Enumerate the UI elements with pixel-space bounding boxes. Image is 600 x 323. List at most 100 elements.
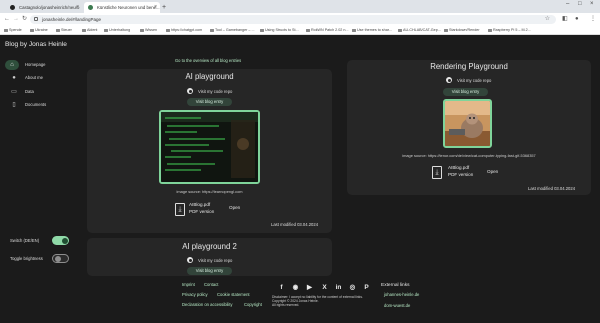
nav-label: Documents <box>25 102 47 107</box>
paypal-icon[interactable]: P <box>363 284 370 291</box>
open-pdf-button[interactable]: Open <box>229 205 240 210</box>
browser-tab[interactable]: Castagnolo/jonasheinrich/neuro × <box>6 2 82 13</box>
bookmarks-bar: Spende Ukraine Steuer Aldent Unterhaltun… <box>0 26 600 35</box>
bookmark-item[interactable]: https://chatgpt.com <box>166 27 202 34</box>
close-icon[interactable]: × <box>76 2 79 13</box>
page-icon <box>488 29 492 32</box>
github-icon[interactable]: ◉ <box>292 284 299 291</box>
profile-icon[interactable]: ● <box>575 15 579 24</box>
forward-arrow-icon[interactable]: → <box>13 15 19 24</box>
nav-item-documents[interactable]: ▯ Documents <box>5 100 75 110</box>
pdf-filename: AIBlog.pdf <box>189 202 211 207</box>
folder-icon <box>82 29 86 32</box>
page-icon <box>166 29 170 32</box>
brightness-switch[interactable] <box>52 254 69 263</box>
reload-icon[interactable]: ↻ <box>22 15 27 24</box>
repo-label: Visit my code repo <box>457 77 492 83</box>
folder-icon <box>104 29 108 32</box>
instagram-icon[interactable]: ◎ <box>349 284 356 291</box>
card-title: Rendering Playground <box>430 62 508 71</box>
nav-label: Homepage <box>25 62 46 67</box>
blog-card-ai-playground-2: AI playground 2 Visit my code repo Visit… <box>87 238 332 276</box>
bookmark-item[interactable]: Steuer <box>56 27 72 34</box>
url-text[interactable]: jonasheinle.de/#/landingPage <box>42 16 101 23</box>
maximize-icon[interactable]: □ <box>578 1 582 7</box>
bookmark-item[interactable]: Wissen <box>140 27 157 34</box>
bookmark-item[interactable]: Unterhaltung <box>104 27 130 34</box>
folder-icon <box>56 29 60 32</box>
footer-accessibility-link[interactable]: Declaration on accessibility <box>182 302 233 307</box>
window-close-icon[interactable]: × <box>590 1 594 7</box>
open-pdf-button[interactable]: Open <box>487 169 498 174</box>
bookmark-item[interactable]: Starkdown/Render <box>444 27 480 34</box>
new-tab-icon[interactable]: + <box>162 2 166 13</box>
download-icon[interactable]: ⤓ <box>432 166 442 179</box>
visit-blog-button[interactable]: Visit blog entry <box>187 98 232 106</box>
bookmark-label: RokWN Patch 2.02 n... <box>311 28 349 32</box>
overview-link[interactable]: Go to the overview of all blog entries <box>175 58 241 63</box>
close-icon[interactable]: × <box>154 2 157 13</box>
footer-cookie-link[interactable]: Cookie statement <box>217 292 250 297</box>
nav-item-homepage[interactable]: ⌂ Homepage <box>5 60 46 70</box>
bookmark-item[interactable]: Use themes to shar... <box>352 27 392 34</box>
bookmark-item[interactable]: Spende <box>4 27 22 34</box>
youtube-icon[interactable]: ▶ <box>306 284 313 291</box>
image-source-caption: image source: https://learnopengl.com <box>176 189 243 194</box>
facebook-icon[interactable]: f <box>278 284 285 291</box>
language-toggle-label: Switch (DE/EN) <box>10 238 40 243</box>
person-icon: ● <box>12 75 16 81</box>
bookmark-item[interactable]: AU-CHLAB/CAT-Gep... <box>398 27 441 34</box>
bookmark-item[interactable]: Raspberry Pi 5 – M.2... <box>488 27 531 34</box>
x-icon[interactable]: X <box>321 284 328 291</box>
card-title: AI playground 2 <box>182 242 237 251</box>
pdf-filename: AIBlog.pdf <box>448 165 470 170</box>
image-source-caption: image source: https://tenor.com/de/view/… <box>402 153 536 158</box>
back-arrow-icon[interactable]: ← <box>4 15 10 24</box>
page-icon <box>210 29 214 32</box>
external-link[interactable]: dom-wuest.de <box>384 303 410 308</box>
extensions-icon[interactable]: ◧ <box>562 15 568 24</box>
visit-blog-button[interactable]: Visit blog entry <box>187 267 232 275</box>
nav-item-about[interactable]: ● About me <box>5 73 75 83</box>
folder-icon <box>4 29 8 32</box>
bookmark-label: Wissen <box>145 28 158 32</box>
address-bar[interactable]: jonasheinle.de/#/landingPage ☆ <box>30 15 556 24</box>
footer-copyright-link[interactable]: Copyright <box>244 302 262 307</box>
bookmark-label: Raspberry Pi 5 – M.2... <box>493 28 531 32</box>
nav-label: Data <box>25 89 34 94</box>
bookmark-label: Steuer <box>61 28 72 32</box>
nav-label: About me <box>25 75 43 80</box>
bookmark-item[interactable]: Tool – Gamebanger – ... <box>210 27 255 34</box>
bookmark-item[interactable]: RokWN Patch 2.02 n... <box>306 27 349 34</box>
bookmark-item[interactable]: Using Structs to St... <box>260 27 299 34</box>
external-link[interactable]: johannes-heinle.de <box>384 292 419 297</box>
bookmark-label: https://chatgpt.com <box>171 28 203 32</box>
download-icon[interactable]: ⤓ <box>175 203 185 216</box>
menu-icon[interactable]: ⋮ <box>590 15 596 24</box>
bookmark-item[interactable]: Ukraine <box>30 27 48 34</box>
external-links-title: External links <box>381 283 410 288</box>
footer-contact-link[interactable]: Contact <box>204 282 218 287</box>
blog-card-rendering-playground: Rendering Playground Visit my code repo … <box>347 60 591 195</box>
nav-item-data[interactable]: ▭ Data <box>5 87 75 97</box>
post-image <box>443 99 492 148</box>
linkedin-icon[interactable]: in <box>335 284 342 291</box>
page-content: Blog by Jonas Heinle ⌂ Homepage ● About … <box>0 36 600 323</box>
browser-tab-strip: Castagnolo/jonasheinrich/neuro × Künstli… <box>0 0 600 13</box>
pdf-version-label: PDF version <box>448 172 474 177</box>
bookmark-label: Tool – Gamebanger – ... <box>215 28 255 32</box>
bookmark-label: Spende <box>9 28 22 32</box>
bookmark-star-icon[interactable]: ☆ <box>545 15 550 24</box>
browser-tab-active[interactable]: Künstliche Neuronen und bene... × <box>84 2 160 13</box>
tab-label: Künstliche Neuronen und bene... <box>97 5 160 10</box>
language-switch[interactable] <box>52 236 69 245</box>
bookmark-label: Ukraine <box>35 28 48 32</box>
bookmark-item[interactable]: Aldent <box>82 27 97 34</box>
visit-blog-button[interactable]: Visit blog entry <box>443 88 488 96</box>
code-screen-image <box>161 112 258 182</box>
minimize-icon[interactable]: – <box>566 1 569 7</box>
footer-privacy-link[interactable]: Privacy policy <box>182 292 208 297</box>
site-title: Blog by Jonas Heinle <box>5 41 67 48</box>
last-modified: Last modified 03.04.2024 <box>271 222 319 227</box>
footer-imprint-link[interactable]: Imprint <box>182 282 195 287</box>
